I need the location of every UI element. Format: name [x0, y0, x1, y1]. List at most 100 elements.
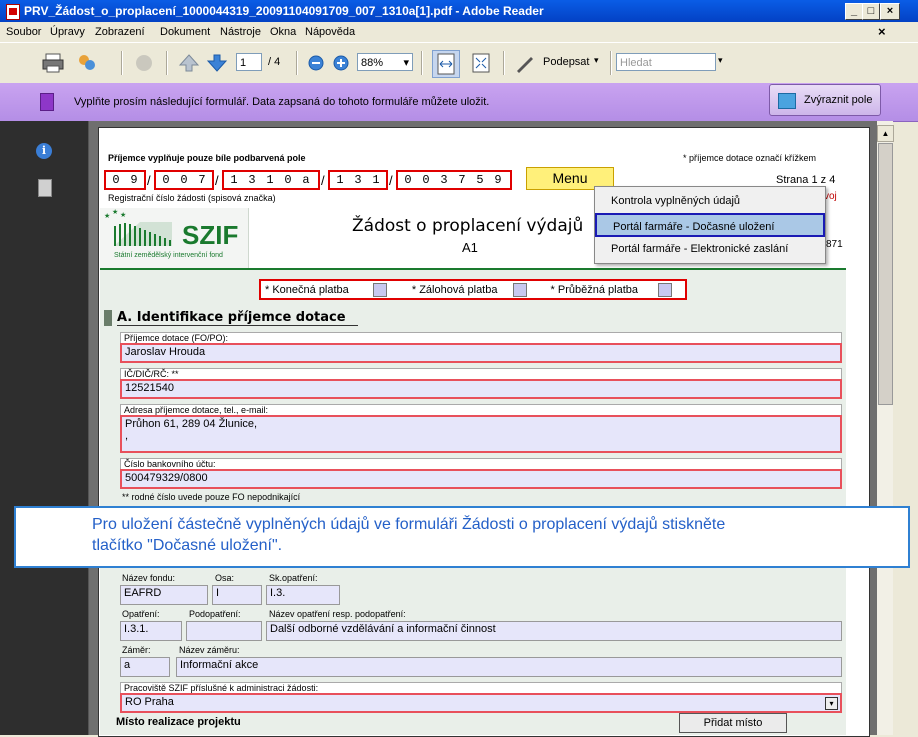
instruction-callout: Pro uložení částečně vyplněných údajů ve…	[14, 506, 910, 568]
page-label: Strana 1 z 4	[776, 174, 836, 186]
reg-digit[interactable]: 7	[454, 172, 470, 188]
info-icon[interactable]: i	[36, 143, 52, 159]
maximize-button[interactable]: □	[862, 3, 880, 20]
fit-width-icon[interactable]	[432, 50, 460, 78]
pen-icon[interactable]	[514, 52, 536, 74]
logo-text: SZIF	[182, 220, 239, 250]
scroll-thumb[interactable]	[878, 143, 893, 405]
interim-payment-checkbox[interactable]	[658, 283, 672, 297]
reg-digit[interactable]: 0	[418, 172, 434, 188]
measure-label: Opatření:	[122, 609, 160, 619]
menu-item-e-submit[interactable]: Portál farmáře - Elektronické zaslání	[595, 237, 825, 261]
chevron-down-icon[interactable]: ▾	[594, 55, 599, 66]
reg-digit[interactable]: 0	[108, 172, 124, 188]
fund-field: EAFRD	[120, 585, 208, 605]
chevron-down-icon[interactable]: ▾	[825, 697, 838, 710]
close-document-icon[interactable]: ×	[878, 24, 886, 39]
menu-item-temp-save[interactable]: Portál farmáře - Dočasné uložení	[595, 213, 825, 237]
measure-group-label: Sk.opatření:	[269, 573, 318, 583]
payment-type-row: * Konečná platba * Zálohová platba * Prů…	[259, 279, 687, 300]
reg-digit[interactable]: 3	[350, 172, 366, 188]
reg-digit[interactable]: a	[298, 172, 314, 188]
office-select[interactable]: RO Praha ▾	[120, 693, 842, 713]
page-number-input[interactable]: 1	[236, 53, 262, 71]
slash: /	[389, 173, 393, 188]
scroll-up-icon[interactable]: ▲	[877, 125, 894, 142]
intent-name-label: Název záměru:	[179, 645, 240, 655]
page-total-label: / 4	[268, 56, 281, 68]
reg-digit[interactable]: 7	[194, 172, 210, 188]
ic-field[interactable]: 12521540	[120, 379, 842, 399]
final-payment-checkbox[interactable]	[372, 283, 387, 297]
form-title: Žádost o proplacení výdajů	[352, 216, 584, 236]
sign-button[interactable]: Podepsat	[543, 56, 589, 68]
search-input[interactable]: Hledat	[616, 53, 716, 71]
reg-digit[interactable]: 0	[280, 172, 296, 188]
reg-group-4: 1 3 1	[328, 170, 388, 190]
add-place-button[interactable]: Přidat místo	[679, 713, 787, 733]
reg-digit[interactable]: 1	[262, 172, 278, 188]
menu-item-check-data[interactable]: Kontrola vyplněných údajů	[595, 189, 825, 213]
reg-digit[interactable]: 3	[244, 172, 260, 188]
menu-soubor[interactable]: Soubor	[6, 26, 41, 38]
measure-group-field: I.3.	[266, 585, 340, 605]
chevron-down-icon[interactable]: ▾	[718, 55, 723, 66]
close-window-button[interactable]: ×	[880, 3, 900, 20]
reg-group-3: 1 3 1 0 a	[222, 170, 320, 190]
vertical-scrollbar[interactable]: ▲	[877, 121, 894, 735]
intent-name-field: Informační akce	[176, 657, 842, 677]
menu-napoveda[interactable]: Nápověda	[305, 26, 355, 38]
section-marker	[104, 310, 112, 326]
reg-digit[interactable]: 3	[436, 172, 452, 188]
title-bar: PRV_Žádost_o_proplacení_1000044319_20091…	[0, 0, 918, 22]
reg-digit[interactable]: 1	[226, 172, 242, 188]
reg-group-1: 0 9	[104, 170, 146, 190]
callout-line-2: tlačítko "Dočasné uložení".	[92, 537, 283, 554]
form-subtitle: A1	[462, 240, 478, 255]
szif-logo: ★ ★ ★ SZIF Státní zemědělský intervenční f…	[100, 208, 249, 270]
instructions-header: Příjemce vyplňuje pouze bíle podbarvená …	[108, 153, 306, 163]
intent-field: a	[120, 657, 170, 677]
fit-page-icon[interactable]	[470, 52, 492, 74]
cross-note: * příjemce dotace označí křížkem	[683, 153, 817, 163]
section-a-title: A. Identifikace příjemce dotace	[117, 310, 358, 326]
address-line-1: Průhon 61, 289 04 Žlunice,	[125, 418, 258, 430]
reg-digit[interactable]: 5	[472, 172, 488, 188]
minimize-button[interactable]: _	[845, 3, 863, 20]
highlight-fields-button[interactable]: Zvýraznit pole	[769, 84, 881, 116]
navigation-panel: i	[0, 121, 89, 735]
pages-icon[interactable]	[38, 179, 52, 197]
zoom-in-icon[interactable]	[330, 52, 352, 74]
form-icon	[40, 93, 54, 111]
reg-digit[interactable]: 9	[126, 172, 142, 188]
print-icon[interactable]	[42, 52, 64, 74]
reg-digit[interactable]: 0	[158, 172, 174, 188]
next-page-icon[interactable]	[206, 52, 228, 74]
address-field[interactable]: Průhon 61, 289 04 Žlunice, ,	[120, 415, 842, 453]
menu-okna[interactable]: Okna	[270, 26, 296, 38]
slash: /	[215, 173, 219, 188]
zoom-select[interactable]: 88% ▾	[357, 53, 413, 71]
menu-nastroje[interactable]: Nástroje	[220, 26, 261, 38]
svg-text:★: ★	[112, 208, 118, 216]
reg-digit[interactable]: 9	[490, 172, 506, 188]
zoom-out-icon[interactable]	[305, 52, 327, 74]
reg-digit[interactable]: 1	[368, 172, 384, 188]
reg-label: Registrační číslo žádosti (spisová značk…	[108, 193, 276, 203]
reg-digit[interactable]: 0	[400, 172, 416, 188]
recipient-field[interactable]: Jaroslav Hrouda	[120, 343, 842, 363]
previous-page-icon[interactable]	[178, 52, 200, 74]
birth-number-note: ** rodné číslo uvede pouze FO nepodnikaj…	[122, 492, 301, 502]
slash: /	[147, 173, 151, 188]
window-title: PRV_Žádost_o_proplacení_1000044319_20091…	[24, 4, 544, 18]
menu-dokument[interactable]: Dokument	[160, 26, 210, 38]
reg-digit[interactable]: 0	[176, 172, 192, 188]
menu-zobrazeni[interactable]: Zobrazení	[95, 26, 145, 38]
bank-field[interactable]: 500479329/0800	[120, 469, 842, 489]
hand-tool-icon[interactable]	[133, 52, 155, 74]
office-value: RO Praha	[125, 696, 174, 708]
menu-upravy[interactable]: Úpravy	[50, 26, 85, 38]
advance-payment-checkbox[interactable]	[513, 283, 528, 297]
reg-digit[interactable]: 1	[332, 172, 348, 188]
collaborate-icon[interactable]	[76, 52, 98, 74]
